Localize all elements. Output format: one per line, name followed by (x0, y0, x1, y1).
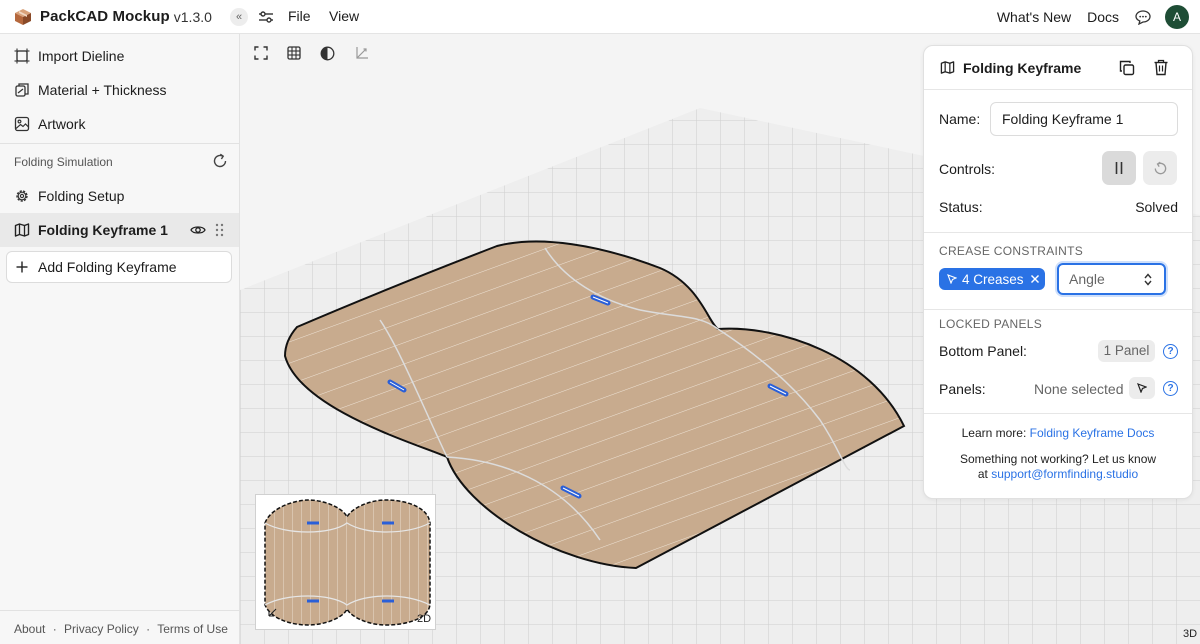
panels-value: None selected (1034, 381, 1124, 397)
app-version: v1.3.0 (173, 8, 212, 25)
eye-icon[interactable] (190, 222, 206, 238)
gear-icon (16, 190, 28, 202)
learn-more-prefix: Learn more: (961, 426, 1027, 440)
trash-icon[interactable] (1153, 59, 1169, 76)
folding-keyframe-docs-link[interactable]: Folding Keyframe Docs (1030, 426, 1155, 440)
fullscreen-icon[interactable] (254, 46, 268, 60)
status-value: Solved (1135, 199, 1178, 215)
sidebar-item-folding-keyframe-1[interactable]: Folding Keyframe 1 (0, 213, 239, 247)
top-right-actions: What's New Docs A (997, 0, 1200, 34)
bottom-panel-label: Bottom Panel: (939, 343, 1027, 359)
grid-icon[interactable] (287, 46, 301, 60)
help-prefix: at (977, 467, 988, 481)
help-line-2: at support@formfinding.studio (924, 467, 1192, 481)
duplicate-icon[interactable] (1119, 60, 1135, 76)
panel-title: Folding Keyframe (963, 59, 1082, 76)
map-icon (940, 61, 955, 74)
panel-divider (924, 232, 1192, 233)
pause-icon (1115, 162, 1123, 174)
close-icon[interactable] (1030, 274, 1040, 284)
dieline-minimap[interactable] (255, 494, 436, 630)
cursor-icon (947, 274, 957, 284)
creases-chip[interactable]: 4 Creases (939, 268, 1045, 290)
sidebar-item-material-thickness[interactable]: Material + Thickness (0, 73, 239, 107)
panel-divider (924, 413, 1192, 414)
panels-label: Panels: (939, 381, 986, 397)
sliders-icon[interactable] (258, 9, 274, 25)
support-email-link[interactable]: support@formfinding.studio (991, 467, 1138, 481)
drag-handle-icon[interactable] (214, 223, 226, 237)
pause-button[interactable] (1102, 151, 1136, 185)
panel-divider (924, 309, 1192, 310)
dieline-svg (264, 499, 431, 626)
help-line-1: Something not working? Let us know (959, 452, 1157, 466)
terms-of-use-link[interactable]: Terms of Use (157, 622, 228, 636)
privacy-policy-link[interactable]: Privacy Policy (64, 622, 139, 636)
sidebar-item-artwork[interactable]: Artwork (0, 107, 239, 141)
bottom-panel-pill[interactable]: 1 Panel (1098, 340, 1155, 362)
angle-placeholder: Angle (1069, 271, 1105, 287)
angle-select[interactable]: Angle (1057, 263, 1166, 295)
footer-separator: · (52, 622, 57, 636)
keyframe-name-input[interactable]: Folding Keyframe 1 (990, 102, 1178, 136)
select-panels-button[interactable] (1129, 377, 1155, 399)
docs-link[interactable]: Docs (1087, 9, 1119, 25)
sidebar-item-label: Artwork (38, 116, 86, 132)
dieline-shape (264, 499, 431, 626)
sidebar-item-label: Import Dieline (38, 48, 125, 64)
sidebar: Import Dieline Material + Thickness Artw… (0, 34, 240, 644)
status-label: Status: (939, 199, 983, 215)
add-folding-keyframe-button[interactable]: Add Folding Keyframe (6, 251, 232, 283)
reset-icon (1154, 161, 1166, 174)
sidebar-footer: About · Privacy Policy · Terms of Use (14, 622, 232, 636)
cursor-icon (1137, 383, 1147, 393)
import-icon (14, 48, 30, 64)
sidebar-item-label: Folding Keyframe 1 (38, 222, 168, 238)
sidebar-item-label: Material + Thickness (38, 82, 167, 98)
whats-new-link[interactable]: What's New (997, 9, 1071, 25)
reset-icon[interactable] (212, 153, 228, 169)
box-logo-icon (15, 8, 31, 25)
collapse-sidebar-button[interactable]: « (230, 8, 248, 26)
controls-label: Controls: (939, 161, 996, 177)
avatar[interactable]: A (1165, 5, 1189, 29)
help-icon[interactable]: ? (1163, 381, 1178, 396)
sidebar-footer-divider (0, 610, 239, 611)
about-link[interactable]: About (14, 622, 45, 636)
image-icon (14, 116, 30, 132)
plus-icon (16, 261, 28, 273)
help-icon[interactable]: ? (1163, 344, 1178, 359)
creases-chip-label: 4 Creases (962, 271, 1024, 287)
material-icon (15, 83, 29, 97)
add-folding-keyframe-label: Add Folding Keyframe (38, 259, 177, 275)
name-label: Name: (939, 111, 981, 127)
map-icon (14, 223, 30, 237)
sidebar-item-label: Folding Setup (38, 188, 125, 204)
view-2d-label: 2D (417, 613, 432, 625)
menu-view[interactable]: View (329, 8, 359, 24)
crease-constraints-title: CREASE CONSTRAINTS (939, 244, 1084, 258)
folding-keyframe-panel: Folding Keyframe Name: Folding Keyframe … (923, 45, 1193, 499)
chevron-updown-icon (1144, 273, 1152, 286)
sidebar-item-folding-setup[interactable]: Folding Setup (0, 179, 239, 213)
menu-file[interactable]: File (288, 8, 311, 24)
learn-more-text: Learn more: Folding Keyframe Docs (924, 426, 1192, 440)
reset-simulation-button[interactable] (1143, 151, 1177, 185)
view-3d-label: 3D (1183, 628, 1198, 640)
axes-icon[interactable] (354, 46, 369, 61)
footer-separator: · (146, 622, 151, 636)
panel-header: Folding Keyframe (924, 46, 1192, 90)
chat-icon[interactable] (1135, 9, 1151, 25)
locked-panels-title: LOCKED PANELS (939, 317, 1043, 331)
folding-simulation-section-title: Folding Simulation (14, 155, 113, 169)
sidebar-divider (0, 143, 239, 144)
app-title: PackCAD Mockup (40, 8, 170, 25)
sidebar-item-import-dieline[interactable]: Import Dieline (0, 39, 239, 73)
contrast-icon[interactable] (320, 46, 335, 61)
